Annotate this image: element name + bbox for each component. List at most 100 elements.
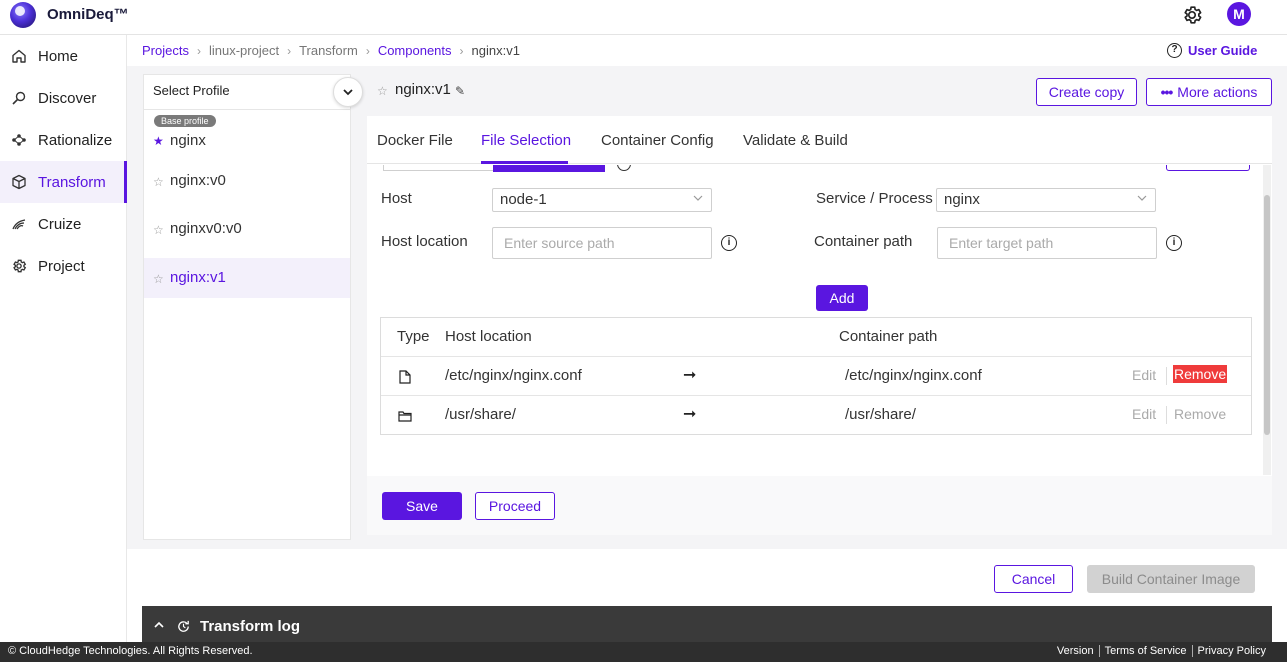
transform-log-bar[interactable]: Transform log (142, 606, 1272, 642)
footer-link-terms[interactable]: Terms of Service (1098, 645, 1192, 657)
scrollbar-thumb[interactable] (1264, 195, 1270, 435)
breadcrumb-projects[interactable]: Projects (142, 43, 189, 58)
collapse-profiles-button[interactable] (333, 77, 363, 107)
star-outline-icon[interactable]: ☆ (153, 175, 164, 189)
chevron-up-icon[interactable] (154, 620, 164, 630)
settings-gear-icon[interactable] (1181, 4, 1203, 26)
info-icon[interactable] (617, 165, 631, 171)
chevron-right-icon: › (287, 43, 292, 58)
column-header-host-location: Host location (445, 328, 532, 345)
container-path-cell: /etc/nginx/nginx.conf (845, 367, 982, 384)
profile-item-selected[interactable]: ☆ nginx:v1 (144, 258, 350, 298)
scrolled-field (383, 165, 495, 171)
sidebar-item-label: Transform (38, 173, 106, 191)
question-icon: ? (1167, 43, 1182, 58)
host-location-input[interactable]: Enter source path (492, 227, 712, 259)
chevron-down-icon (1137, 195, 1147, 201)
sidebar: Home Discover Rationalize Transform Crui… (0, 35, 127, 642)
tab-file-selection[interactable]: File Selection (481, 132, 571, 149)
scrolled-outline-button[interactable] (1166, 165, 1250, 171)
edit-pencil-icon[interactable]: ✎ (455, 84, 465, 98)
service-label: Service / Process (816, 190, 933, 207)
cancel-button[interactable]: Cancel (994, 565, 1073, 593)
profile-item[interactable]: Base profile ★ nginx (144, 111, 350, 159)
host-select-value: node-1 (500, 191, 547, 208)
copyright: © CloudHedge Technologies. All Rights Re… (8, 645, 253, 657)
cruize-icon (11, 216, 27, 232)
build-container-image-button[interactable]: Build Container Image (1087, 565, 1255, 593)
proceed-button[interactable]: Proceed (475, 492, 555, 520)
user-guide-link[interactable]: ? User Guide (1167, 43, 1257, 58)
service-select[interactable]: nginx (936, 188, 1156, 212)
column-header-type: Type (397, 328, 430, 345)
sidebar-item-label: Discover (38, 89, 97, 107)
transform-log-title: Transform log (200, 618, 301, 635)
breadcrumb: Projects › linux-project › Transform › C… (142, 43, 520, 58)
add-button[interactable]: Add (816, 285, 868, 311)
chevron-right-icon: › (459, 43, 464, 58)
home-icon (11, 48, 27, 64)
component-main: ☆ nginx:v1 ✎ Create copy ••• More action… (367, 74, 1272, 535)
host-location-cell: /usr/share/ (445, 406, 516, 423)
service-select-value: nginx (944, 191, 980, 208)
host-label: Host (381, 190, 412, 207)
profile-list: Select Profile Base profile ★ nginx ☆ ng… (143, 74, 363, 540)
user-avatar[interactable]: M (1227, 2, 1251, 26)
footer-link-privacy[interactable]: Privacy Policy (1191, 645, 1271, 657)
profile-item[interactable]: ☆ nginx:v0 (144, 161, 350, 201)
sidebar-item-transform[interactable]: Transform (0, 161, 127, 203)
profile-name: nginxv0:v0 (170, 220, 242, 237)
tab-validate-build[interactable]: Validate & Build (743, 132, 848, 149)
chevron-right-icon: › (365, 43, 370, 58)
host-location-label: Host location (381, 233, 468, 250)
footer-link-version[interactable]: Version (1052, 645, 1099, 657)
base-profile-badge: Base profile (154, 115, 216, 127)
more-actions-label: More actions (1177, 84, 1258, 100)
remove-button[interactable]: Remove (1173, 365, 1228, 383)
sidebar-item-home[interactable]: Home (0, 35, 127, 77)
sidebar-item-project[interactable]: Project (0, 245, 127, 287)
breadcrumb-transform[interactable]: Transform (299, 43, 358, 58)
sidebar-item-cruize[interactable]: Cruize (0, 203, 127, 245)
breadcrumb-components[interactable]: Components (378, 43, 452, 58)
sidebar-item-label: Rationalize (38, 131, 113, 149)
star-outline-icon[interactable]: ☆ (377, 84, 388, 98)
edit-button[interactable]: Edit (1132, 367, 1156, 383)
more-actions-button[interactable]: ••• More actions (1146, 78, 1272, 106)
vertical-scrollbar[interactable] (1263, 165, 1271, 475)
select-profile-label: Select Profile (153, 83, 230, 98)
tab-container-config[interactable]: Container Config (601, 132, 714, 149)
info-icon[interactable]: i (1166, 235, 1182, 251)
refresh-icon (178, 620, 189, 632)
star-filled-icon[interactable]: ★ (153, 134, 164, 148)
omnideq-logo[interactable] (10, 2, 36, 28)
breadcrumb-project[interactable]: linux-project (209, 43, 279, 58)
sidebar-item-rationalize[interactable]: Rationalize (0, 119, 127, 161)
mappings-table: Type Host location Container path /etc/n… (380, 317, 1252, 435)
profile-name: nginx:v0 (170, 172, 226, 189)
edit-button[interactable]: Edit (1132, 406, 1156, 422)
tab-docker-file[interactable]: Docker File (377, 132, 453, 149)
sidebar-item-label: Project (38, 257, 85, 275)
chevron-down-icon (693, 195, 703, 201)
save-button[interactable]: Save (382, 492, 462, 520)
host-select[interactable]: node-1 (492, 188, 712, 212)
container-path-input[interactable]: Enter target path (937, 227, 1157, 259)
file-selection-scroll-area: Host node-1 Service / Process nginx Host… (367, 165, 1272, 475)
profile-list-header: Select Profile (144, 75, 363, 110)
cube-icon (11, 174, 27, 190)
sidebar-item-discover[interactable]: Discover (0, 77, 127, 119)
star-outline-icon[interactable]: ☆ (153, 272, 164, 286)
user-guide-label: User Guide (1188, 43, 1258, 58)
create-copy-button[interactable]: Create copy (1036, 78, 1137, 106)
scrolled-button[interactable] (493, 165, 605, 172)
info-icon[interactable]: i (721, 235, 737, 251)
container-path-cell: /usr/share/ (845, 406, 916, 423)
profile-item[interactable]: ☆ nginxv0:v0 (144, 209, 350, 249)
remove-button[interactable]: Remove (1174, 406, 1226, 422)
discover-icon (11, 90, 27, 106)
file-selection-panel: Docker File File Selection Container Con… (367, 116, 1272, 535)
table-row: /etc/nginx/nginx.conf ➞ /etc/nginx/nginx… (381, 356, 1251, 395)
footer-links: Version Terms of Service Privacy Policy (1052, 645, 1271, 657)
star-outline-icon[interactable]: ☆ (153, 223, 164, 237)
